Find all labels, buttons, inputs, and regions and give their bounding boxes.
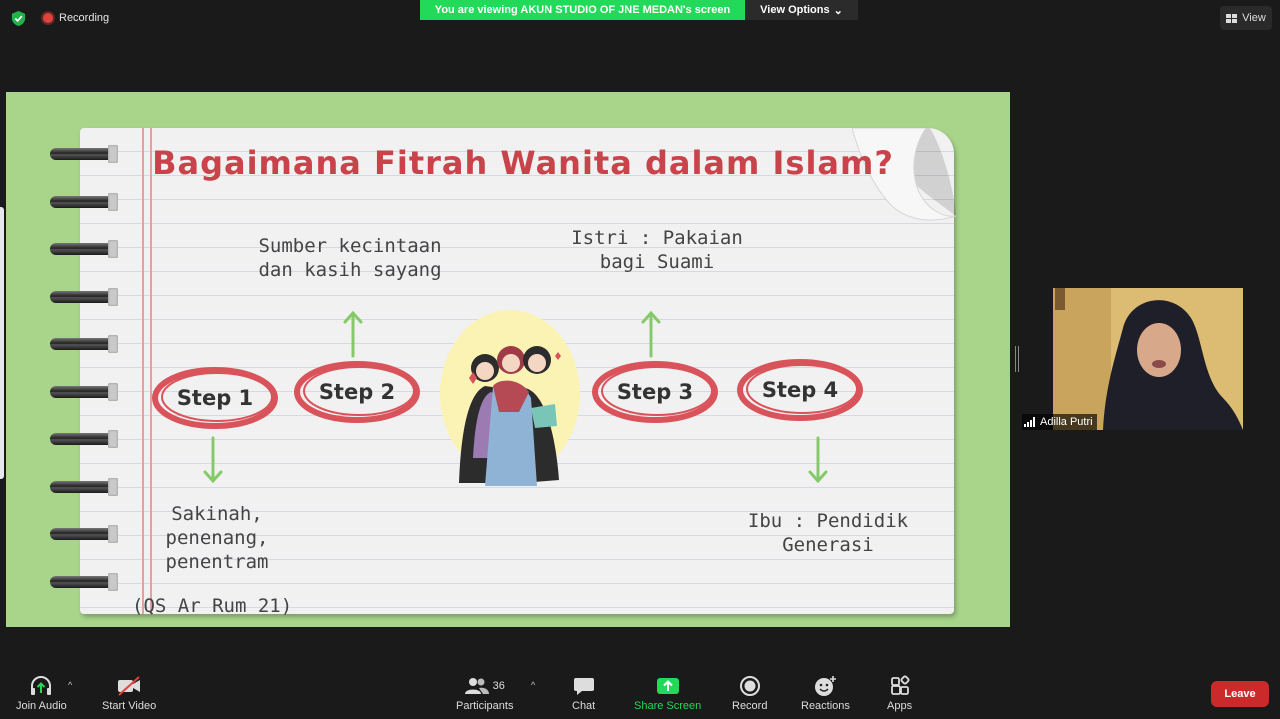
note-line: penenang, <box>165 527 269 549</box>
recording-dot-icon <box>43 13 53 23</box>
record-icon <box>739 676 760 696</box>
view-options-button[interactable]: View Options ⌄ <box>745 0 858 20</box>
view-button[interactable]: View <box>1220 6 1272 30</box>
join-audio-button[interactable]: Join Audio <box>16 674 67 712</box>
share-screen-icon <box>656 678 679 694</box>
viewing-banner: You are viewing AKUN STUDIO OF JNE MEDAN… <box>420 0 745 20</box>
note-line: Istri : Pakaian <box>571 227 743 249</box>
note-line: dan kasih sayang <box>258 259 442 281</box>
three-women-illustration <box>440 310 580 486</box>
note-line: Sumber kecintaan <box>258 235 442 257</box>
margin-line <box>142 128 144 614</box>
step3-note: Istri : Pakaian bagi Suami <box>552 226 762 274</box>
apps-button[interactable]: Apps <box>887 674 912 712</box>
spiral-ring <box>50 573 118 591</box>
participant-name: Adilla Putri <box>1040 416 1093 428</box>
step-label: Step 2 <box>318 380 396 404</box>
spiral-ring <box>50 335 118 353</box>
chat-label: Chat <box>572 700 596 712</box>
slide-title: Bagaimana Fitrah Wanita dalam Islam? <box>152 144 894 182</box>
step-1-badge: Step 1 <box>151 364 279 432</box>
arrow-up-icon <box>641 310 661 358</box>
step-4-badge: Step 4 <box>736 356 864 424</box>
participants-label: Participants <box>456 700 514 712</box>
participant-name-tag: Adilla Putri <box>1022 414 1097 430</box>
arrow-down-icon <box>203 436 223 484</box>
note-line: Ibu : Pendidik <box>747 510 909 532</box>
spiral-ring <box>50 240 118 258</box>
recording-label: Recording <box>59 12 110 24</box>
step-label: Step 1 <box>176 386 254 410</box>
spiral-ring <box>50 193 118 211</box>
reference-note: (QS Ar Rum 21) <box>132 595 293 617</box>
participants-options-caret[interactable]: ^ <box>531 680 535 690</box>
participant-video-frame <box>1053 288 1243 430</box>
step-label: Step 4 <box>761 378 839 402</box>
headphones-icon <box>31 676 52 695</box>
chevron-down-icon: ⌄ <box>833 4 843 17</box>
share-screen-button[interactable]: Share Screen <box>634 674 701 712</box>
step4-note: Ibu : Pendidik Generasi <box>738 509 918 557</box>
participants-count: 36 <box>492 680 505 692</box>
security-shield-icon[interactable] <box>10 10 27 27</box>
video-off-icon <box>118 676 141 696</box>
spiral-ring <box>50 430 118 448</box>
view-options-label: View Options <box>760 4 830 16</box>
arrow-down-icon <box>808 436 828 484</box>
audio-options-caret[interactable]: ^ <box>68 680 72 690</box>
step-2-badge: Step 2 <box>293 358 421 426</box>
join-audio-label: Join Audio <box>16 700 67 712</box>
splitter-handle[interactable] <box>1015 346 1019 372</box>
share-screen-label: Share Screen <box>634 700 702 712</box>
participant-video[interactable] <box>1053 288 1243 430</box>
spiral-ring <box>50 478 118 496</box>
reactions-button[interactable]: Reactions <box>801 674 850 712</box>
arrow-up-icon <box>343 310 363 358</box>
record-button[interactable]: Record <box>732 674 767 712</box>
start-video-label: Start Video <box>102 700 157 712</box>
step2-note: Sumber kecintaan dan kasih sayang <box>242 234 458 282</box>
leave-button[interactable]: Leave <box>1211 681 1269 707</box>
view-label: View <box>1242 12 1266 24</box>
spiral-ring <box>50 288 118 306</box>
people-icon <box>464 678 489 694</box>
spiral-ring <box>50 525 118 543</box>
note-line: Generasi <box>782 534 874 556</box>
step1-note: Sakinah, penenang, penentram <box>156 502 278 574</box>
smiley-plus-icon <box>815 676 837 696</box>
shared-screen-slide: Bagaimana Fitrah Wanita dalam Islam? Sum… <box>6 92 1010 627</box>
apps-icon <box>890 675 910 695</box>
participants-button[interactable]: 36 Participants <box>456 674 513 712</box>
spiral-ring <box>50 383 118 401</box>
apps-label: Apps <box>887 700 913 712</box>
note-line: Sakinah, <box>171 503 263 525</box>
note-line: penentram <box>165 551 269 573</box>
recording-indicator[interactable]: Recording <box>43 12 109 24</box>
start-video-button[interactable]: Start Video <box>102 674 156 712</box>
signal-bars-icon <box>1024 417 1035 427</box>
step-3-badge: Step 3 <box>591 358 719 426</box>
step-label: Step 3 <box>616 380 694 404</box>
side-panel-handle[interactable] <box>0 207 4 479</box>
chat-button[interactable]: Chat <box>572 674 595 712</box>
grid-icon <box>1226 13 1238 23</box>
chat-bubble-icon <box>573 678 594 695</box>
note-line: bagi Suami <box>599 251 715 273</box>
reactions-label: Reactions <box>801 700 850 712</box>
record-label: Record <box>732 700 768 712</box>
